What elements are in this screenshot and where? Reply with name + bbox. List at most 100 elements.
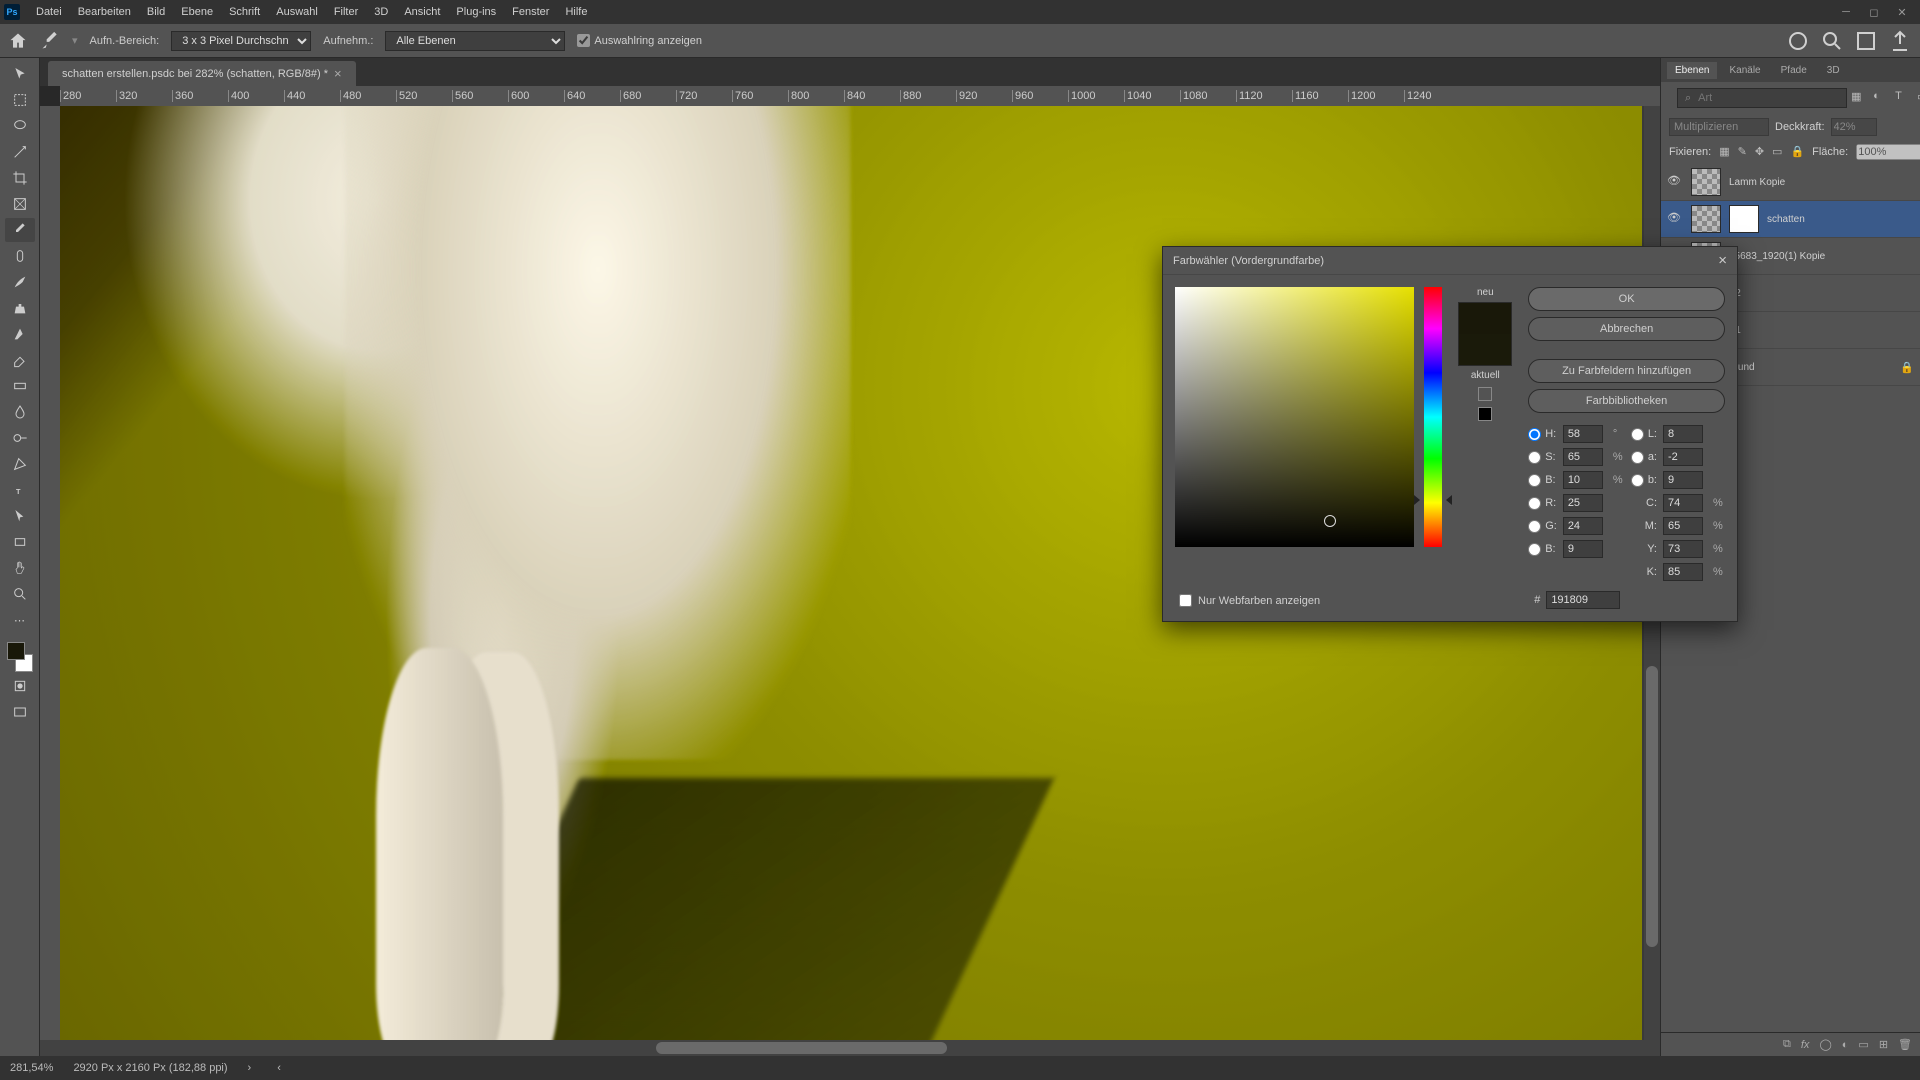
visibility-toggle-icon[interactable]: 👁 (1667, 174, 1683, 190)
k-input[interactable] (1663, 563, 1703, 581)
lock-position-icon[interactable]: ✥ (1755, 145, 1764, 159)
s-input[interactable] (1563, 448, 1603, 466)
menu-auswahl[interactable]: Auswahl (268, 6, 326, 18)
lock-pixels-icon[interactable]: ✎ (1738, 145, 1747, 159)
tab-kanaele[interactable]: Kanäle (1721, 62, 1768, 79)
h-input[interactable] (1563, 425, 1603, 443)
show-sampling-ring-checkbox[interactable]: Auswahlring anzeigen (577, 34, 702, 47)
layer-row[interactable]: 👁 Lamm Kopie (1661, 164, 1920, 201)
type-tool[interactable]: T (5, 478, 35, 502)
layer-name[interactable]: • 2 (1729, 288, 1914, 299)
layer-name[interactable]: schatten (1767, 214, 1914, 225)
eyedropper-tool[interactable] (5, 218, 35, 242)
add-swatch-button[interactable]: Zu Farbfeldern hinzufügen (1528, 359, 1725, 383)
menu-fenster[interactable]: Fenster (504, 6, 557, 18)
dodge-tool[interactable] (5, 426, 35, 450)
close-tab-icon[interactable]: × (334, 66, 342, 81)
lock-all-icon[interactable]: 🔒 (1790, 145, 1804, 159)
blur-tool[interactable] (5, 400, 35, 424)
filter-pixel-icon[interactable]: ▦ (1851, 90, 1867, 106)
path-selection-tool[interactable] (5, 504, 35, 528)
y-input[interactable] (1663, 540, 1703, 558)
horizontal-scrollbar[interactable] (40, 1040, 1660, 1056)
color-field[interactable] (1175, 287, 1414, 547)
delete-layer-icon[interactable]: 🗑 (1898, 1038, 1912, 1051)
a-input[interactable] (1663, 448, 1703, 466)
link-layers-icon[interactable]: ⧉ (1783, 1038, 1791, 1051)
fill-input[interactable] (1856, 144, 1920, 160)
ok-button[interactable]: OK (1528, 287, 1725, 311)
filter-adjust-icon[interactable]: ◐ (1873, 90, 1889, 106)
blue-input[interactable] (1563, 540, 1603, 558)
layer-name[interactable]: grund (1729, 362, 1892, 373)
fx-icon[interactable]: fx (1801, 1039, 1810, 1051)
c-input[interactable] (1663, 494, 1703, 512)
filter-type-icon[interactable]: T (1895, 90, 1911, 106)
adjustment-icon[interactable]: ◐ (1842, 1039, 1849, 1051)
vertical-ruler[interactable] (40, 106, 60, 1040)
menu-filter[interactable]: Filter (326, 6, 366, 18)
blend-mode-select[interactable] (1669, 118, 1769, 136)
l-input[interactable] (1663, 425, 1703, 443)
color-compare-swatch[interactable] (1458, 302, 1512, 366)
g-radio[interactable]: G: (1528, 520, 1557, 533)
bb-radio[interactable]: B: (1528, 543, 1557, 556)
new-layer-icon[interactable]: ⊞ (1879, 1038, 1888, 1051)
menu-schrift[interactable]: Schrift (221, 6, 268, 18)
menu-plugins[interactable]: Plug-ins (448, 6, 504, 18)
horizontal-ruler[interactable]: 2803203604004404805205606006406807207608… (60, 86, 1660, 106)
tab-3d[interactable]: 3D (1819, 62, 1848, 79)
chevron-right-icon[interactable]: › (248, 1062, 252, 1074)
menu-ansicht[interactable]: Ansicht (396, 6, 448, 18)
lock-artboard-icon[interactable]: ▭ (1772, 145, 1782, 159)
crop-tool[interactable] (5, 166, 35, 190)
cube-icon[interactable] (1478, 387, 1492, 401)
foreground-color-swatch[interactable] (7, 642, 25, 660)
home-icon[interactable] (8, 31, 28, 51)
m-input[interactable] (1663, 517, 1703, 535)
group-icon[interactable]: ▭ (1858, 1038, 1868, 1051)
l-radio[interactable]: L: (1631, 428, 1657, 441)
color-libraries-button[interactable]: Farbbibliotheken (1528, 389, 1725, 413)
close-dialog-button[interactable]: × (1718, 252, 1727, 269)
layer-thumbnail[interactable] (1691, 168, 1721, 196)
frame-tool[interactable] (5, 192, 35, 216)
marquee-tool[interactable] (5, 88, 35, 112)
workspace-icon[interactable] (1854, 29, 1878, 53)
tab-ebenen[interactable]: Ebenen (1667, 62, 1717, 79)
a-radio[interactable]: a: (1631, 451, 1657, 464)
websafe-icon[interactable] (1478, 407, 1492, 421)
screen-mode-tool[interactable] (5, 700, 35, 724)
sample-size-select[interactable]: 3 x 3 Pixel Durchschnitt (171, 31, 311, 51)
layer-mask-thumbnail[interactable] (1729, 205, 1759, 233)
hex-input[interactable] (1546, 591, 1620, 609)
document-info[interactable]: 2920 Px x 2160 Px (182,88 ppi) (73, 1062, 227, 1074)
gradient-tool[interactable] (5, 374, 35, 398)
zoom-tool[interactable] (5, 582, 35, 606)
search-icon[interactable] (1820, 29, 1844, 53)
layer-thumbnail[interactable] (1691, 205, 1721, 233)
lasso-tool[interactable] (5, 114, 35, 138)
menu-ebene[interactable]: Ebene (173, 6, 221, 18)
opacity-input[interactable] (1831, 118, 1877, 136)
color-field-marker[interactable] (1324, 515, 1336, 527)
b2-radio[interactable]: b: (1631, 474, 1657, 487)
menu-3d[interactable]: 3D (366, 6, 396, 18)
layer-name[interactable]: Lamm Kopie (1729, 177, 1914, 188)
b-radio[interactable]: B: (1528, 474, 1557, 487)
visibility-toggle-icon[interactable]: 👁 (1667, 211, 1683, 227)
eraser-tool[interactable] (5, 348, 35, 372)
window-minimize-button[interactable]: ─ (1832, 2, 1860, 22)
cloud-docs-icon[interactable] (1786, 29, 1810, 53)
s-radio[interactable]: S: (1528, 451, 1557, 464)
brush-tool[interactable] (5, 270, 35, 294)
edit-toolbar[interactable]: ⋯ (5, 608, 35, 632)
chevron-left-icon[interactable]: ‹ (277, 1062, 281, 1074)
h-radio[interactable]: H: (1528, 428, 1557, 441)
healing-brush-tool[interactable] (5, 244, 35, 268)
cancel-button[interactable]: Abbrechen (1528, 317, 1725, 341)
move-tool[interactable] (5, 62, 35, 86)
share-icon[interactable] (1888, 29, 1912, 53)
bright-input[interactable] (1563, 471, 1603, 489)
layer-name[interactable]: 95683_1920(1) Kopie (1729, 251, 1914, 262)
